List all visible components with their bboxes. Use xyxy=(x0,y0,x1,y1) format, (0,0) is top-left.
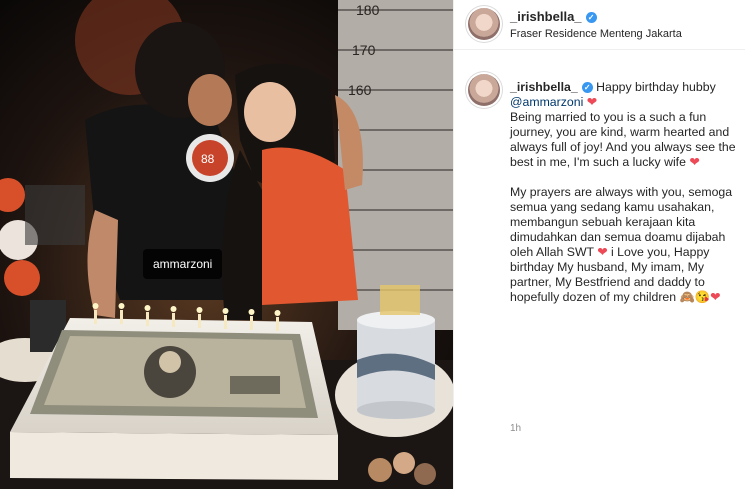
post-side-panel: _irishbella_ ✓ Fraser Residence Menteng J… xyxy=(453,0,745,489)
heart-emoji-icon: ❤ xyxy=(586,95,598,109)
post-location[interactable]: Fraser Residence Menteng Jakarta xyxy=(510,28,682,40)
photo-illustration: 180 170 160 88 xyxy=(0,0,453,489)
post-timestamp[interactable]: 1h xyxy=(510,423,521,434)
post-caption: _irishbella_ ✓ Happy birthday hubby @amma… xyxy=(510,80,738,305)
verified-badge-icon: ✓ xyxy=(581,82,593,93)
verified-badge-icon: ✓ xyxy=(585,12,597,23)
caption-greeting: Happy birthday hubby xyxy=(596,80,716,94)
avatar[interactable] xyxy=(468,8,500,40)
user-tag-chip[interactable]: ammarzoni xyxy=(143,249,223,279)
heart-emoji-icon: ❤ xyxy=(597,245,608,259)
heart-emoji-icon: ❤ xyxy=(710,290,721,304)
caption-paragraph-1: Being married to you is a such a fun jou… xyxy=(510,110,739,169)
caption-username[interactable]: _irishbella_ xyxy=(510,80,578,94)
caption-mention[interactable]: @ammarzoni xyxy=(510,95,583,109)
author-username[interactable]: _irishbella_ xyxy=(510,9,582,24)
ruler-mark-180: 180 xyxy=(356,2,380,18)
caption-avatar[interactable] xyxy=(468,74,500,106)
monkey-kiss-emoji-icon: 🙈😘 xyxy=(679,290,711,304)
author-username-row: _irishbella_ ✓ xyxy=(510,9,597,24)
ruler-mark-170: 170 xyxy=(352,42,376,58)
heart-emoji-icon: ❤ xyxy=(689,155,700,169)
post-photo[interactable]: 180 170 160 88 ammarzoni xyxy=(0,0,453,489)
svg-text:88: 88 xyxy=(201,152,215,166)
instagram-post: 180 170 160 88 ammarzoni _irishbella_ ✓ … xyxy=(0,0,745,489)
ruler-mark-160: 160 xyxy=(348,82,372,98)
post-header: _irishbella_ ✓ Fraser Residence Menteng J… xyxy=(454,0,745,50)
